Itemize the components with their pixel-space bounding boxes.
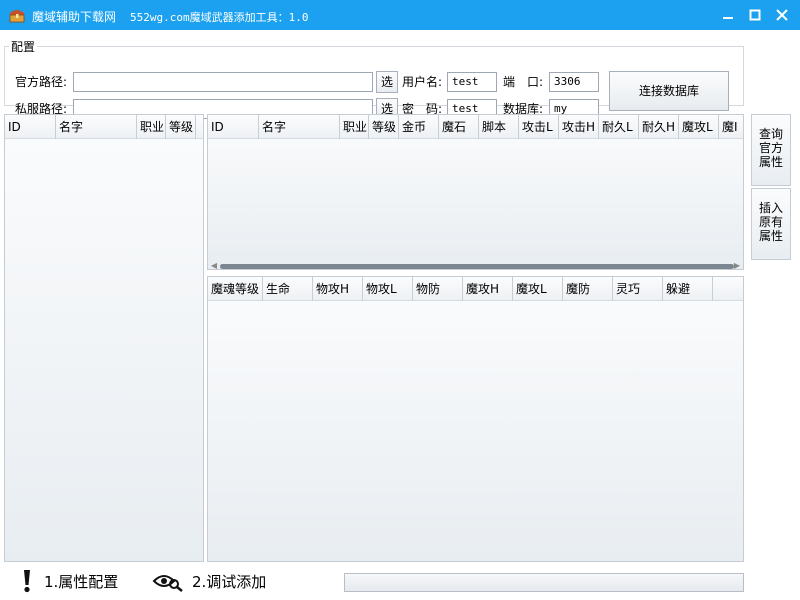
maximize-icon bbox=[749, 9, 761, 21]
title-bar: 魔域辅助下载网 552wg.com魔域武器添加工具：1.0 bbox=[0, 0, 800, 30]
client-area: 配置 官方路径: 选 私服路径: 选 用户名: test 密 码: test 端… bbox=[0, 30, 800, 600]
column-header[interactable]: 魔石 bbox=[439, 115, 479, 139]
button-text-line: 查询 bbox=[758, 127, 783, 141]
column-header[interactable]: 魔攻L bbox=[513, 277, 563, 301]
column-header[interactable]: 耐久L bbox=[599, 115, 639, 139]
column-header[interactable]: 魔I bbox=[719, 115, 743, 139]
username-label: 用户名: bbox=[402, 75, 443, 89]
column-header[interactable]: 金币 bbox=[399, 115, 439, 139]
column-header[interactable]: 生命 bbox=[263, 277, 313, 301]
column-header[interactable]: 物攻H bbox=[313, 277, 363, 301]
exclamation-icon bbox=[24, 570, 30, 593]
tab-attribute-config[interactable]: 1.属性配置 bbox=[18, 568, 118, 594]
minimize-button[interactable] bbox=[718, 5, 738, 25]
horizontal-scrollbar[interactable]: ◀ ▶ bbox=[208, 261, 743, 269]
column-header[interactable]: 物防 bbox=[413, 277, 463, 301]
column-header[interactable]: 名字 bbox=[56, 115, 137, 139]
official-path-input[interactable] bbox=[73, 72, 373, 92]
column-header[interactable]: 躲避 bbox=[663, 277, 713, 301]
official-path-label: 官方路径: bbox=[15, 75, 68, 89]
soul-attribute-table[interactable]: 魔魂等级 生命 物攻H 物攻L 物防 魔攻H 魔攻L 魔防 灵巧 躲避 bbox=[207, 276, 744, 562]
tab-label: 1.属性配置 bbox=[44, 572, 119, 591]
tab-debug-add[interactable]: 2.调试添加 bbox=[152, 568, 266, 594]
column-header[interactable]: 脚本 bbox=[479, 115, 519, 139]
minimize-icon bbox=[723, 17, 733, 19]
status-progress-bar bbox=[344, 573, 744, 592]
chest-icon bbox=[8, 6, 26, 24]
query-official-attr-button[interactable]: 查询 官方 属性 bbox=[751, 114, 791, 186]
window-title: 魔域辅助下载网 552wg.com魔域武器添加工具：1.0 bbox=[32, 8, 309, 25]
character-list[interactable]: ID 名字 职业 等级 bbox=[4, 114, 204, 562]
port-label: 端 口: bbox=[503, 75, 544, 89]
column-header[interactable]: 灵巧 bbox=[613, 277, 663, 301]
column-header[interactable]: 等级 bbox=[369, 115, 399, 139]
button-text-line: 插入 bbox=[758, 201, 783, 215]
username-input[interactable]: test bbox=[447, 72, 497, 92]
column-header[interactable]: 职业 bbox=[340, 115, 369, 139]
insert-original-attr-button[interactable]: 插入 原有 属性 bbox=[751, 188, 791, 260]
close-button[interactable] bbox=[772, 5, 792, 25]
column-header[interactable]: 职业 bbox=[137, 115, 166, 139]
column-header[interactable]: 物攻L bbox=[363, 277, 413, 301]
column-header[interactable]: 魔防 bbox=[563, 277, 613, 301]
column-header[interactable]: 攻击H bbox=[559, 115, 599, 139]
tab-label: 2.调试添加 bbox=[192, 572, 267, 591]
item-table-header: ID 名字 职业 等级 金币 魔石 脚本 攻击L 攻击H 耐久L 耐久H 魔攻L… bbox=[208, 115, 743, 139]
button-text-line: 官方 bbox=[758, 141, 783, 155]
column-header[interactable]: 名字 bbox=[259, 115, 340, 139]
column-header[interactable]: 攻击L bbox=[519, 115, 559, 139]
column-header[interactable]: 耐久H bbox=[639, 115, 679, 139]
port-input[interactable]: 3306 bbox=[549, 72, 599, 92]
scroll-left-icon[interactable]: ◀ bbox=[209, 261, 219, 269]
column-header[interactable]: 魔攻L bbox=[679, 115, 719, 139]
eye-search-icon bbox=[152, 575, 183, 592]
scroll-thumb[interactable] bbox=[220, 264, 734, 269]
column-header[interactable]: 等级 bbox=[166, 115, 196, 139]
connect-database-button[interactable]: 连接数据库 bbox=[609, 71, 729, 111]
app-subtitle: 552wg.com魔域武器添加工具：1.0 bbox=[130, 11, 309, 24]
scroll-right-icon[interactable]: ▶ bbox=[732, 261, 742, 269]
column-header[interactable]: 魔魂等级 bbox=[208, 277, 263, 301]
official-path-select-button[interactable]: 选 bbox=[376, 71, 398, 93]
column-header[interactable]: ID bbox=[5, 115, 56, 139]
button-text-line: 属性 bbox=[758, 155, 783, 169]
config-legend: 配置 bbox=[11, 40, 36, 54]
character-list-header: ID 名字 职业 等级 bbox=[5, 115, 203, 139]
button-text-line: 原有 bbox=[758, 215, 783, 229]
column-header[interactable]: 魔攻H bbox=[463, 277, 513, 301]
maximize-button[interactable] bbox=[745, 5, 765, 25]
button-text-line: 属性 bbox=[758, 229, 783, 243]
soul-attribute-header: 魔魂等级 生命 物攻H 物攻L 物防 魔攻H 魔攻L 魔防 灵巧 躲避 bbox=[208, 277, 743, 301]
config-group: 配置 官方路径: 选 私服路径: 选 用户名: test 密 码: test 端… bbox=[4, 38, 744, 120]
app-name: 魔域辅助下载网 bbox=[32, 10, 117, 24]
item-table[interactable]: ID 名字 职业 等级 金币 魔石 脚本 攻击L 攻击H 耐久L 耐久H 魔攻L… bbox=[207, 114, 744, 270]
column-header[interactable]: ID bbox=[208, 115, 259, 139]
close-icon bbox=[776, 9, 788, 21]
